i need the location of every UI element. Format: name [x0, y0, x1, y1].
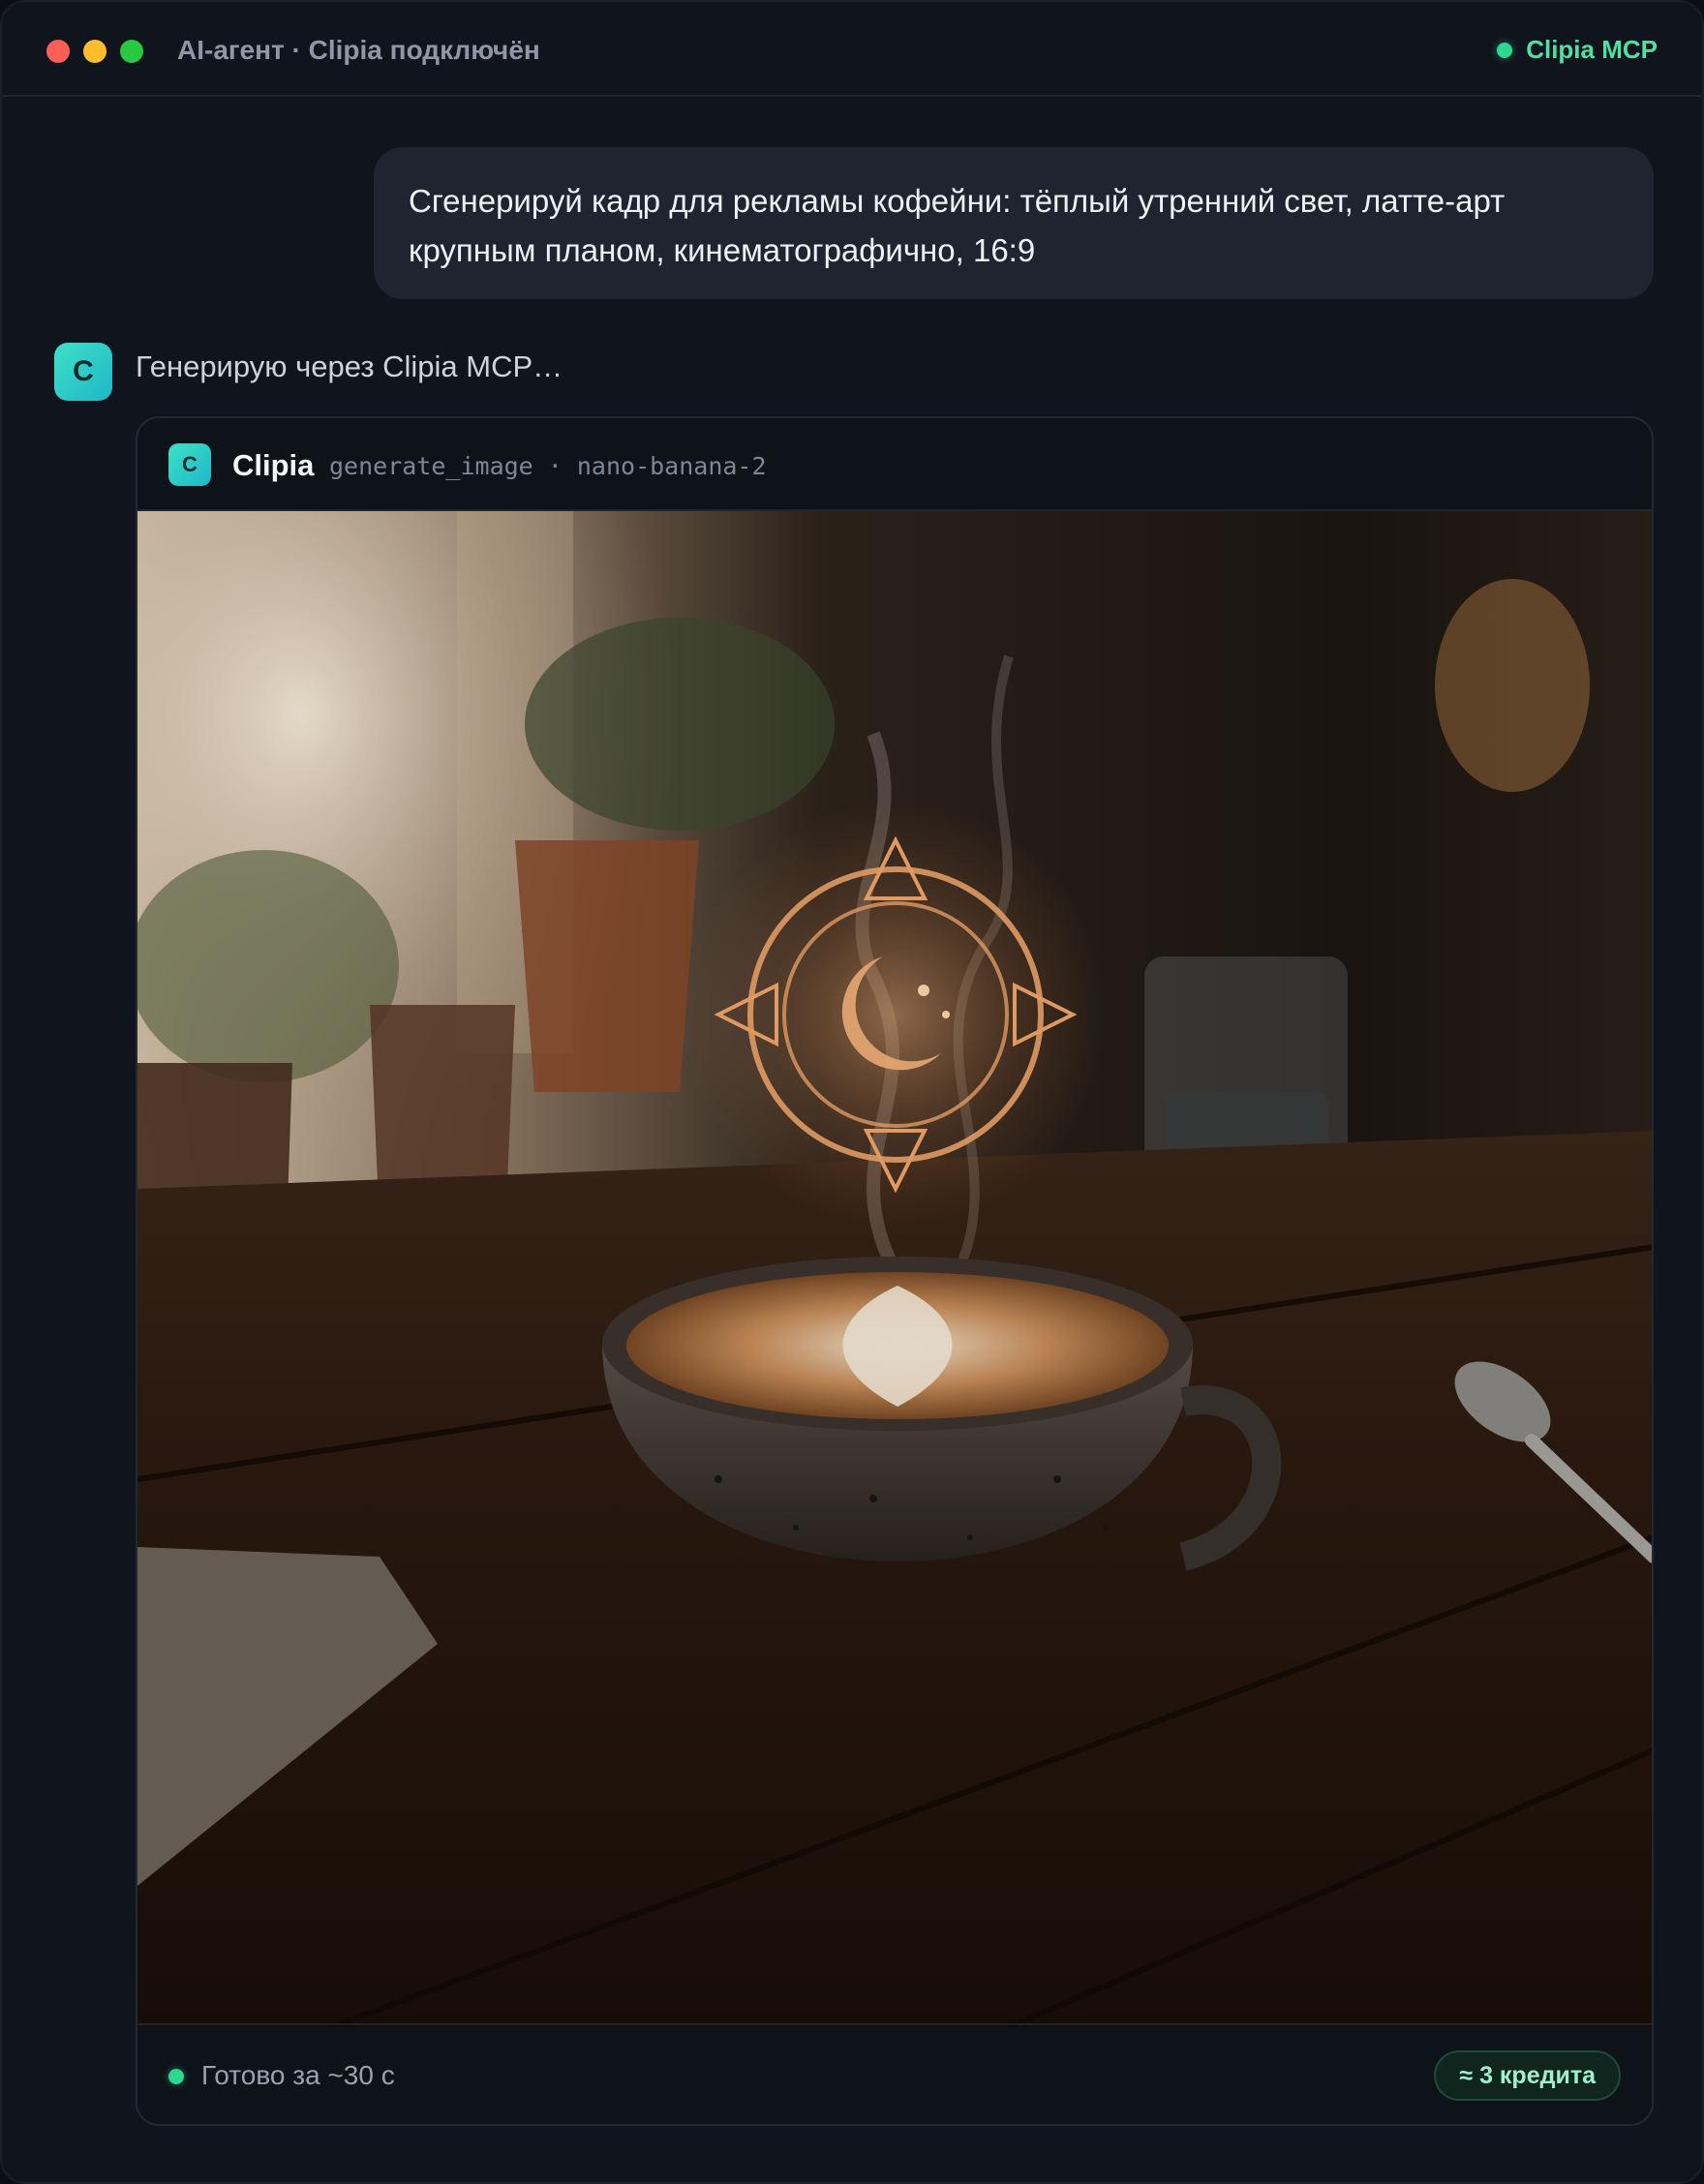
- tool-card-header: C Clipia generate_image · nano-banana-2: [137, 418, 1652, 511]
- agent-avatar: C: [54, 343, 112, 401]
- user-message-text: Сгенерируй кадр для рекламы кофейни: тёп…: [409, 183, 1506, 268]
- clipia-logo-letter: C: [182, 452, 198, 476]
- clipia-logo-icon: C: [168, 443, 211, 486]
- agent-avatar-letter: C: [73, 355, 94, 387]
- maximize-window-button[interactable]: [120, 40, 143, 63]
- tool-card-footer: Готово за ~30 с ≈ 3 кредита: [137, 2023, 1652, 2124]
- mcp-status-label: Clipia MCP: [1526, 35, 1658, 64]
- app-window: AI-агент · Clipia подключён Clipia MCP С…: [0, 0, 1704, 2184]
- close-window-button[interactable]: [46, 40, 70, 63]
- minimize-window-button[interactable]: [83, 40, 106, 63]
- credits-badge: ≈ 3 кредита: [1434, 2050, 1621, 2101]
- tool-brand-name: Clipia: [232, 448, 315, 482]
- tool-result-card: C Clipia generate_image · nano-banana-2: [136, 416, 1654, 2126]
- ready-status-dot-icon: [168, 2069, 184, 2084]
- ready-status-text: Готово за ~30 с: [201, 2060, 395, 2090]
- status-dot-icon: [1497, 42, 1513, 58]
- window-title: AI-агент · Clipia подключён: [177, 35, 540, 65]
- tool-call-name: generate_image · nano-banana-2: [329, 452, 767, 480]
- credits-label: ≈ 3 кредита: [1459, 2061, 1596, 2089]
- generated-image[interactable]: [137, 511, 1652, 2027]
- agent-status-text: Генерирую через Clipia MCP…: [136, 349, 563, 383]
- user-message-bubble: Сгенерируй кадр для рекламы кофейни: тёп…: [374, 147, 1654, 299]
- title-bar: AI-агент · Clipia подключён Clipia MCP: [2, 2, 1702, 97]
- mcp-status-indicator: Clipia MCP: [1497, 35, 1658, 65]
